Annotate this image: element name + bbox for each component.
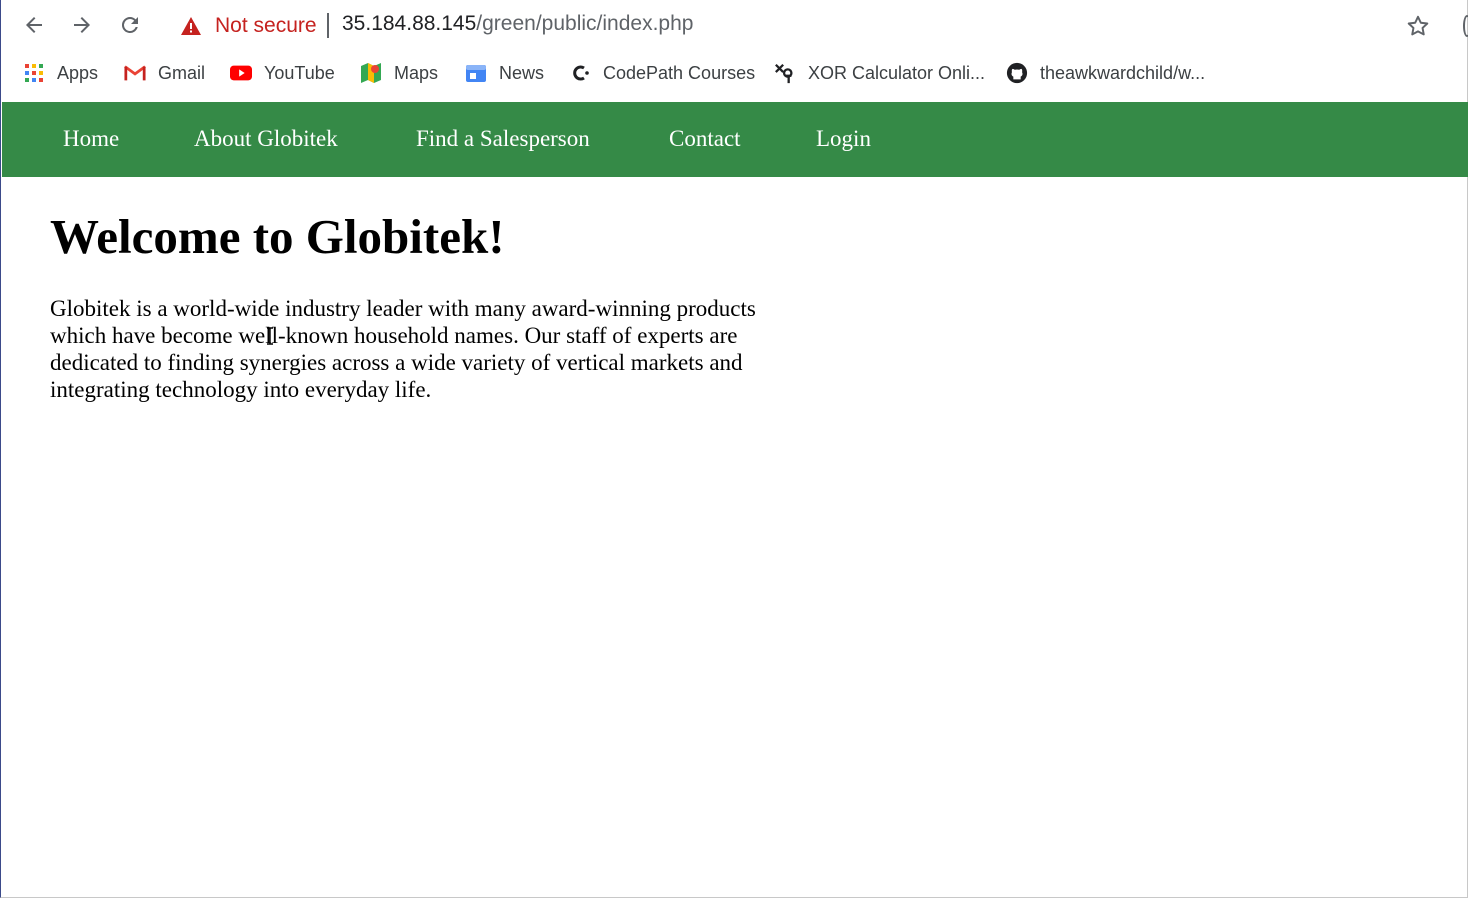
url-path: /green/public/index.php <box>476 12 694 35</box>
browser-toolbar: Not secure 35.184.88.145/green/public/in… <box>1 0 1468 52</box>
security-indicator[interactable]: Not secure <box>181 12 317 40</box>
bookmark-xor[interactable]: XOR Calculator Onli... <box>774 60 985 86</box>
nav-link-login[interactable]: Login <box>816 126 871 152</box>
nav-link-home[interactable]: Home <box>63 126 119 152</box>
apps-grid-icon <box>23 62 45 84</box>
page-title: Welcome to Globitek! <box>50 209 505 264</box>
bookmark-apps[interactable]: Apps <box>23 60 98 86</box>
address-bar[interactable]: 35.184.88.145/green/public/index.php <box>342 12 693 36</box>
bookmark-label: XOR Calculator Onli... <box>808 62 986 83</box>
text-cursor-icon <box>267 327 273 345</box>
bookmark-label: Apps <box>57 62 99 83</box>
nav-link-contact[interactable]: Contact <box>669 126 741 152</box>
bookmark-maps[interactable]: Maps <box>360 60 438 86</box>
profile-avatar[interactable] <box>1463 15 1468 37</box>
site-navigation: Home About Globitek Find a Salesperson C… <box>2 102 1468 177</box>
bookmark-label: theawkwardchild/w... <box>1040 62 1206 83</box>
bookmark-label: YouTube <box>264 62 335 83</box>
url-host: 35.184.88.145 <box>342 12 477 35</box>
back-icon <box>26 17 42 33</box>
github-icon <box>1006 62 1028 84</box>
forward-button[interactable] <box>67 10 97 40</box>
security-label: Not secure <box>215 14 317 37</box>
omnibox-separator <box>327 13 329 38</box>
bookmarks-bar: Apps Gmail YouTube Maps News CodePath Co… <box>1 56 1467 90</box>
youtube-icon <box>230 62 252 84</box>
bookmark-github[interactable]: theawkwardchild/w... <box>1006 60 1205 86</box>
codepath-icon <box>569 62 591 84</box>
bookmark-label: Maps <box>394 62 439 83</box>
bookmark-label: Gmail <box>158 62 206 83</box>
bookmark-youtube[interactable]: YouTube <box>230 60 335 86</box>
nav-link-about[interactable]: About Globitek <box>194 126 338 152</box>
forward-icon <box>74 17 90 33</box>
back-button[interactable] <box>19 10 49 40</box>
reload-button[interactable] <box>115 10 145 40</box>
browser-window: Not secure 35.184.88.145/green/public/in… <box>0 0 1468 898</box>
reload-icon <box>121 16 138 33</box>
maps-icon <box>360 62 382 84</box>
bookmark-label: CodePath Courses <box>603 62 756 83</box>
gmail-icon <box>124 62 146 84</box>
nav-link-find-salesperson[interactable]: Find a Salesperson <box>416 126 590 152</box>
bookmark-news[interactable]: News <box>465 60 544 86</box>
xor-icon <box>774 62 796 84</box>
intro-paragraph: Globitek is a world-wide industry leader… <box>50 296 756 402</box>
bookmark-label: News <box>499 62 545 83</box>
bookmark-star-icon[interactable] <box>1405 13 1431 39</box>
warning-icon <box>181 17 201 35</box>
news-icon <box>465 62 487 84</box>
bookmark-codepath[interactable]: CodePath Courses <box>569 60 755 86</box>
bookmark-gmail[interactable]: Gmail <box>124 60 205 86</box>
